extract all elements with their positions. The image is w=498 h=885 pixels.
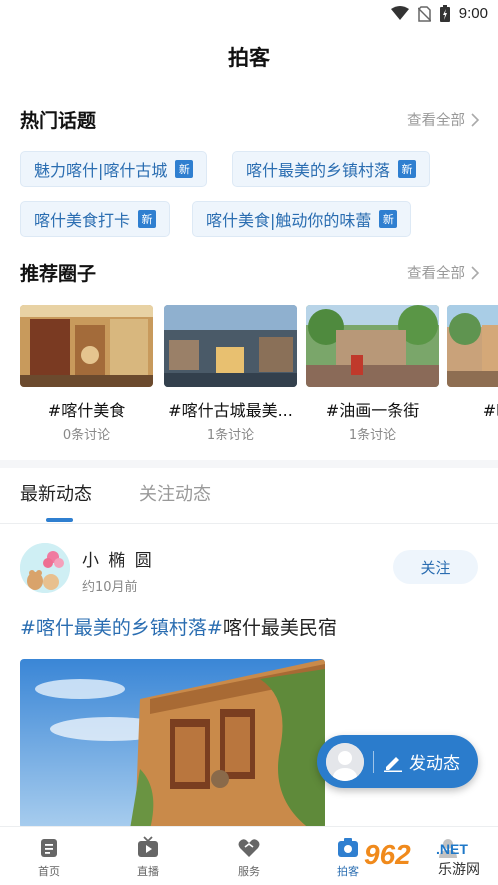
home-icon bbox=[41, 839, 57, 857]
new-badge: 新 bbox=[138, 210, 157, 228]
camera-icon bbox=[338, 838, 358, 857]
chevron-right-icon bbox=[471, 112, 480, 127]
avatar[interactable] bbox=[20, 543, 70, 593]
post-time: 约10月前 bbox=[82, 580, 138, 595]
battery-icon bbox=[439, 5, 450, 22]
view-all-label: 查看全部 bbox=[407, 266, 465, 282]
topic-label: 喀什最美的乡镇村落 bbox=[246, 161, 391, 180]
circles-row: #喀什美食 0条讨论 #喀什古城最美... 1条讨论 #油画一条街 1条讨论 # bbox=[20, 305, 498, 445]
circle-name: #油画一条街 bbox=[325, 401, 420, 420]
fab-separator bbox=[373, 750, 374, 773]
wifi-icon bbox=[390, 6, 409, 20]
topic-chip[interactable]: 喀什美食|触动你的味蕾 新 bbox=[192, 201, 412, 237]
status-icons: 9:00 bbox=[390, 5, 488, 22]
tab-latest[interactable]: 最新动态 bbox=[20, 480, 92, 506]
circles-title: 推荐圈子 bbox=[20, 263, 97, 285]
hot-topics-title: 热门话题 bbox=[20, 110, 97, 132]
circle-image-old-city bbox=[164, 305, 297, 387]
circles-view-all[interactable]: 查看全部 bbox=[407, 262, 480, 283]
circle-image-food bbox=[20, 305, 153, 387]
circle-image-old-town bbox=[447, 305, 498, 387]
circle-count: 1条讨论 bbox=[206, 428, 255, 443]
circle-name: #喀什古 bbox=[482, 401, 498, 420]
new-badge: 新 bbox=[398, 160, 417, 178]
circle-count: 1条讨论 bbox=[348, 428, 397, 443]
topic-chip[interactable]: 喀什最美的乡镇村落 新 bbox=[232, 151, 431, 187]
fab-label: 发动态 bbox=[409, 754, 460, 774]
watermark-number: 962 bbox=[364, 839, 411, 870]
watermark-caption: 乐游网 bbox=[438, 862, 480, 878]
nav-item-live[interactable]: 直播 bbox=[118, 836, 178, 879]
hot-topics-header: 热门话题 查看全部 bbox=[20, 106, 480, 134]
circles-header: 推荐圈子 查看全部 bbox=[20, 259, 480, 287]
post-hashtag[interactable]: #喀什最美的乡镇村落# bbox=[20, 617, 223, 639]
nav-item-service[interactable]: 服务 bbox=[219, 836, 279, 879]
page-title: 拍客 bbox=[228, 46, 270, 70]
tab-following[interactable]: 关注动态 bbox=[139, 480, 211, 506]
topic-chip[interactable]: 喀什美食打卡 新 bbox=[20, 201, 171, 237]
topic-label: 魅力喀什|喀什古城 bbox=[34, 161, 168, 180]
view-all-label: 查看全部 bbox=[407, 113, 465, 129]
watermark-logo: 962 .NET 乐游网 bbox=[360, 834, 498, 880]
live-icon bbox=[138, 836, 158, 857]
nav-label-service: 服务 bbox=[238, 865, 260, 878]
post-body: 喀什最美民宿 bbox=[222, 617, 337, 639]
status-bar: 9:00 bbox=[0, 0, 498, 30]
new-badge: 新 bbox=[379, 210, 398, 228]
tab-indicator bbox=[46, 518, 73, 522]
section-divider bbox=[0, 460, 498, 468]
circle-name: #喀什古城最美... bbox=[168, 401, 293, 420]
circle-card[interactable]: #喀什美食 0条讨论 bbox=[20, 305, 153, 445]
nav-label-home: 首页 bbox=[38, 865, 60, 878]
topic-label: 喀什美食|触动你的味蕾 bbox=[206, 211, 372, 230]
circle-image-painting-street bbox=[306, 305, 439, 387]
circle-count: 0条讨论 bbox=[62, 428, 111, 443]
nav-label-live: 直播 bbox=[137, 865, 159, 878]
watermark-suffix: .NET bbox=[436, 841, 468, 857]
no-sim-icon bbox=[417, 5, 431, 22]
circle-card[interactable]: #喀什古 0 bbox=[447, 305, 498, 445]
tab-divider bbox=[0, 523, 498, 524]
post-text: #喀什最美的乡镇村落#喀什最美民宿 bbox=[20, 613, 337, 640]
service-icon bbox=[238, 839, 260, 857]
new-badge: 新 bbox=[175, 160, 194, 178]
user-name[interactable]: 小 椭 圆 bbox=[82, 546, 154, 571]
topic-chip[interactable]: 魅力喀什|喀什古城 新 bbox=[20, 151, 208, 187]
fab-avatar bbox=[326, 742, 364, 781]
hot-topics-view-all[interactable]: 查看全部 bbox=[407, 109, 480, 130]
circle-count: 0 bbox=[447, 424, 498, 439]
default-avatar-icon bbox=[326, 742, 364, 781]
nav-item-home[interactable]: 首页 bbox=[19, 836, 79, 879]
status-time: 9:00 bbox=[458, 5, 488, 22]
circle-card[interactable]: #喀什古城最美... 1条讨论 bbox=[164, 305, 297, 445]
pencil-icon bbox=[384, 756, 402, 772]
circle-name: #喀什美食 bbox=[47, 401, 126, 420]
chevron-right-icon bbox=[471, 265, 480, 280]
post-image[interactable] bbox=[20, 659, 325, 829]
avatar-image bbox=[20, 543, 70, 593]
topic-label: 喀什美食打卡 bbox=[34, 211, 131, 230]
circle-card[interactable]: #油画一条街 1条讨论 bbox=[306, 305, 439, 445]
follow-button[interactable]: 关注 bbox=[393, 550, 478, 584]
post-dynamic-button[interactable]: 发动态 bbox=[317, 735, 478, 788]
